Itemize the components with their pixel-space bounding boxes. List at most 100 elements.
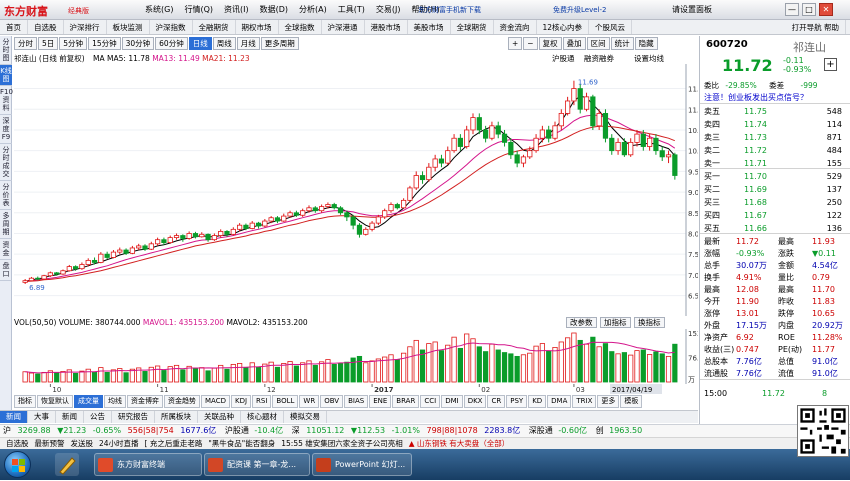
ticker-item[interactable]: [ 充之后重走老路 bbox=[145, 439, 203, 448]
candle-body[interactable] bbox=[659, 150, 665, 158]
volume-bar[interactable] bbox=[274, 366, 281, 383]
volume-bar[interactable] bbox=[192, 368, 199, 383]
nav-sector[interactable]: 板块监测 bbox=[107, 20, 150, 34]
ticker-item[interactable]: 15:55 雄安集团六家全资子公司亮相 bbox=[281, 439, 403, 448]
zoom-in-button[interactable]: + bbox=[508, 37, 523, 50]
candle-body[interactable] bbox=[445, 150, 451, 164]
sz-index[interactable]: 11051.12 bbox=[306, 426, 344, 435]
volume-chart[interactable]: 153.00 76.40 万 bbox=[14, 329, 698, 384]
volume-bar[interactable] bbox=[60, 371, 66, 383]
candle-body[interactable] bbox=[136, 245, 142, 249]
period-more[interactable]: 更多周期 bbox=[260, 37, 299, 50]
candle-body[interactable] bbox=[464, 129, 470, 147]
candle-body[interactable] bbox=[22, 280, 28, 283]
signal-link[interactable]: 注意！创业板发出买点信号？ bbox=[704, 92, 808, 103]
tab-f10[interactable]: F10资料 bbox=[0, 86, 13, 115]
candle-body[interactable] bbox=[363, 228, 369, 235]
volume-bar[interactable] bbox=[22, 371, 28, 383]
news-tab[interactable]: 所属板块 bbox=[155, 411, 198, 423]
volume-bar[interactable] bbox=[363, 362, 369, 383]
taskbar-ppt2[interactable]: PowerPoint 幻灯... bbox=[312, 453, 412, 476]
nav-ranking[interactable]: 沪深排行 bbox=[64, 20, 107, 34]
candle-body[interactable] bbox=[331, 204, 337, 209]
volume-bar[interactable] bbox=[495, 349, 501, 383]
volume-bar[interactable] bbox=[54, 372, 60, 383]
nav-global-index[interactable]: 全球指数 bbox=[279, 20, 322, 34]
volume-bar[interactable] bbox=[293, 365, 299, 383]
candle-body[interactable] bbox=[552, 125, 558, 139]
kline-chart[interactable]: 11.50 11.00 10.50 10.00 9.50 9.00 8.50 8.00 7.50… bbox=[14, 64, 698, 316]
asks-price[interactable]: 11.75 bbox=[744, 106, 767, 118]
connect-label[interactable]: 沪股通 bbox=[552, 53, 575, 64]
candle-body[interactable] bbox=[186, 233, 192, 239]
volume-bar[interactable] bbox=[539, 343, 545, 383]
indicator-tab[interactable]: 均线 bbox=[104, 395, 126, 408]
nav-index[interactable]: 沪深指数 bbox=[150, 20, 193, 34]
news-tab[interactable]: 新闻 bbox=[0, 411, 28, 423]
news-tab[interactable]: 新闻 bbox=[56, 411, 84, 423]
news-tab[interactable]: 核心题材 bbox=[241, 411, 284, 423]
candle-body[interactable] bbox=[73, 266, 79, 270]
candle-body[interactable] bbox=[255, 222, 262, 227]
candle-body[interactable] bbox=[407, 187, 413, 201]
volume-bar[interactable] bbox=[35, 373, 41, 383]
candle-body[interactable] bbox=[653, 137, 659, 152]
tab-depth[interactable]: 深度F9 bbox=[0, 115, 12, 144]
candle-body[interactable] bbox=[615, 141, 621, 152]
volume-bar[interactable] bbox=[426, 343, 432, 383]
indicator-tab[interactable]: RSI bbox=[252, 395, 272, 408]
candle-body[interactable] bbox=[388, 204, 394, 212]
volume-bar[interactable] bbox=[331, 363, 337, 383]
candle-body[interactable] bbox=[501, 133, 508, 143]
candle-body[interactable] bbox=[85, 259, 91, 265]
candle-body[interactable] bbox=[495, 125, 501, 135]
indicator-tab[interactable]: CR bbox=[487, 395, 506, 408]
volume-bar[interactable] bbox=[457, 347, 463, 383]
candle-body[interactable] bbox=[262, 220, 268, 227]
volume-bar[interactable] bbox=[161, 370, 167, 383]
candle-body[interactable] bbox=[211, 235, 217, 241]
volume-bar[interactable] bbox=[483, 351, 489, 383]
tab-capital[interactable]: 资金 bbox=[0, 239, 12, 260]
volume-bar[interactable] bbox=[73, 372, 79, 383]
volume-bar[interactable] bbox=[489, 343, 495, 383]
nav-stock-news[interactable]: 个股风云 bbox=[589, 20, 633, 34]
candle-body[interactable] bbox=[218, 231, 224, 236]
menu-data[interactable]: 数据(D) bbox=[260, 5, 288, 14]
indicator-tab[interactable]: OBV bbox=[320, 395, 344, 408]
candle-body[interactable] bbox=[243, 224, 249, 229]
candle-body[interactable] bbox=[224, 231, 230, 235]
zoom-out-button[interactable]: − bbox=[523, 37, 538, 50]
candle-body[interactable] bbox=[306, 207, 312, 212]
volume-bar[interactable] bbox=[344, 361, 350, 383]
candle-body[interactable] bbox=[476, 117, 482, 131]
indicator-tab[interactable]: TRIX bbox=[572, 395, 597, 408]
asks-price[interactable]: 11.72 bbox=[744, 145, 767, 157]
candle-body[interactable] bbox=[621, 141, 627, 156]
volume-bar[interactable] bbox=[640, 349, 646, 383]
candle-body[interactable] bbox=[583, 96, 590, 110]
candle-body[interactable] bbox=[325, 204, 331, 207]
news-tab[interactable]: 模拟交易 bbox=[284, 411, 327, 423]
candle-body[interactable] bbox=[47, 272, 53, 277]
volume-bar[interactable] bbox=[464, 333, 470, 383]
ticker-item[interactable]: "黑牛食品"能否翻身 bbox=[208, 439, 275, 448]
candle-body[interactable] bbox=[249, 222, 255, 229]
candle-body[interactable] bbox=[205, 233, 211, 241]
candle-body[interactable] bbox=[41, 275, 47, 280]
candle-body[interactable] bbox=[539, 129, 545, 139]
candle-body[interactable] bbox=[180, 235, 186, 239]
volume-bar[interactable] bbox=[337, 363, 344, 383]
indicator-tab[interactable]: BOLL bbox=[272, 395, 299, 408]
news-tab[interactable]: 大事 bbox=[28, 411, 56, 423]
candle-body[interactable] bbox=[483, 129, 489, 139]
add-indicator-button[interactable]: 加指标 bbox=[600, 317, 631, 328]
candle-body[interactable] bbox=[665, 154, 672, 158]
indicator-tab[interactable]: KDJ bbox=[230, 395, 252, 408]
volume-bar[interactable] bbox=[243, 367, 249, 383]
volume-bar[interactable] bbox=[230, 363, 236, 383]
volume-bar[interactable] bbox=[514, 355, 520, 383]
volume-bar[interactable] bbox=[590, 336, 596, 383]
candle-body[interactable] bbox=[634, 133, 640, 143]
candle-body[interactable] bbox=[520, 156, 527, 164]
